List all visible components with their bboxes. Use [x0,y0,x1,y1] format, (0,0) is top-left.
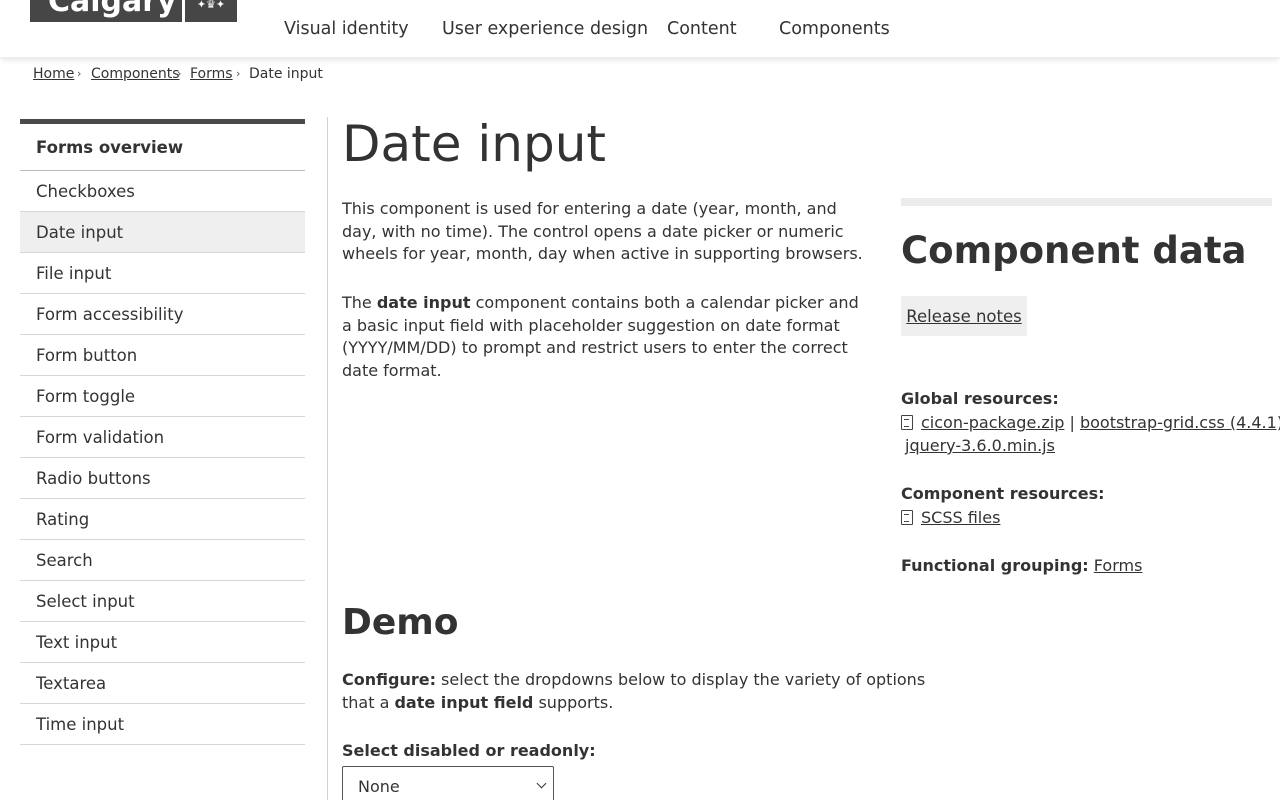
panel-top-bar [901,198,1272,206]
logo-text: Calgary [48,0,177,19]
bootstrap-grid-link[interactable]: bootstrap-grid.css (4.4.1) [1080,413,1280,432]
page-title: Date input [342,115,607,173]
global-resources-line-1: cicon-package.zip | bootstrap-grid.css (… [901,412,1280,434]
breadcrumb-current: Date input [249,66,323,82]
sidebar-item-checkboxes[interactable]: Checkboxes [20,171,305,212]
sidebar-item-form-toggle[interactable]: Form toggle [20,376,305,417]
select-value: None [358,777,400,796]
nav-user-experience-design[interactable]: User experience design [442,17,648,41]
sidebar-item-form-accessibility[interactable]: Form accessibility [20,294,305,335]
calgary-logo[interactable]: Calgary [30,0,182,22]
sidebar-item-form-button[interactable]: Form button [20,335,305,376]
sidebar-item-file-input[interactable]: File input [20,253,305,294]
sidebar-item-rating[interactable]: Rating [20,499,305,540]
para-bold-text: date input [376,293,471,312]
configure-end-text: supports. [533,692,614,712]
sidebar-item-select-input[interactable]: Select input [20,581,305,622]
site-header: Calgary ✦♛✦ Visual identity User experie… [0,0,1280,57]
breadcrumb-home[interactable]: Home [33,64,74,84]
functional-grouping: Functional grouping: Forms [901,555,1142,577]
jquery-link[interactable]: jquery-3.6.0.min.js [905,436,1055,455]
component-data-title: Component data [901,229,1247,272]
chevron-right-icon: › [77,67,82,80]
demo-title: Demo [342,602,459,643]
sidebar-item-textarea[interactable]: Textarea [20,663,305,704]
sidebar-item-date-input[interactable]: Date input [20,212,305,253]
cicon-package-link[interactable]: cicon-package.zip [921,413,1064,432]
nav-content[interactable]: Content [667,17,737,41]
sidebar-item-radio-buttons[interactable]: Radio buttons [20,458,305,499]
sidebar-nav: Forms overview Checkboxes Date input Fil… [20,119,305,745]
scss-files-link[interactable]: SCSS files [921,508,1000,527]
grouping-forms-link[interactable]: Forms [1094,556,1143,575]
chevron-down-icon [536,778,547,789]
release-notes-button[interactable]: Release notes [901,296,1027,336]
configure-paragraph: Configure: select the dropdowns below to… [342,669,942,714]
configure-bold-text: date input field [394,692,534,712]
sidebar-item-time-input[interactable]: Time input [20,704,305,745]
city-emblem-icon: ✦♛✦ [185,0,237,22]
sidebar-heading-forms-overview[interactable]: Forms overview [20,124,305,171]
sidebar-item-form-validation[interactable]: Form validation [20,417,305,458]
para-text: The [342,293,377,312]
global-resources-line-2: jquery-3.6.0.min.js [905,435,1055,457]
sidebar-item-text-input[interactable]: Text input [20,622,305,663]
component-resources-label: Component resources: [901,484,1105,503]
global-resources-label: Global resources: [901,389,1059,408]
intro-paragraph: This component is used for entering a da… [342,199,863,263]
file-icon [901,510,913,525]
breadcrumb-forms[interactable]: Forms [190,64,233,84]
component-resources-line: SCSS files [901,507,1000,529]
disabled-readonly-select[interactable]: None [342,766,554,800]
breadcrumb-components[interactable]: Components [91,64,180,84]
description-paragraph: The date input component contains both a… [342,292,870,382]
nav-components[interactable]: Components [779,17,890,41]
file-icon [901,415,913,430]
content-divider [327,117,328,800]
functional-grouping-label: Functional grouping: [901,556,1089,575]
nav-visual-identity[interactable]: Visual identity [284,17,409,41]
chevron-right-icon: › [236,67,241,80]
chevron-right-icon: › [177,67,182,80]
configure-label: Configure: [342,670,436,689]
link-separator: | [1069,413,1075,432]
select-disabled-readonly-label: Select disabled or readonly: [342,741,596,760]
sidebar-item-search[interactable]: Search [20,540,305,581]
